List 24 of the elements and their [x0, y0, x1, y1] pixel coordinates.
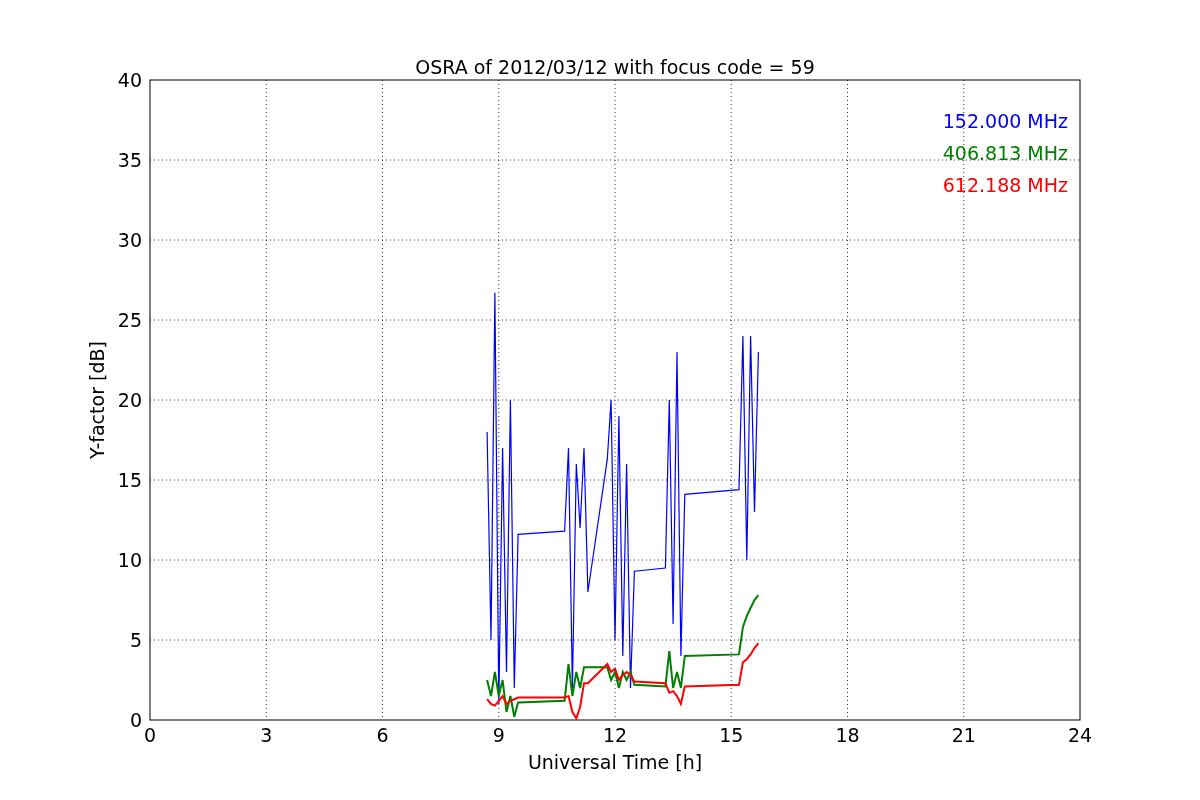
y-tick-label: 25: [117, 309, 142, 331]
y-tick-label: 30: [117, 229, 142, 251]
y-tick-label: 5: [129, 629, 142, 651]
y-tick-label: 35: [117, 149, 142, 171]
x-tick-label: 9: [492, 724, 505, 746]
legend-label: 152.000 MHz: [942, 110, 1068, 132]
y-tick-label: 15: [117, 469, 142, 491]
y-tick-label: 10: [117, 549, 142, 571]
x-tick-label: 15: [719, 724, 744, 746]
x-tick-label: 0: [143, 724, 157, 746]
chart-title: OSRA of 2012/03/12 with focus code = 59: [415, 56, 815, 78]
x-tick-label: 6: [376, 724, 389, 746]
y-tick-label: 40: [117, 69, 142, 91]
x-tick-label: 18: [835, 724, 860, 746]
x-tick-label: 3: [260, 724, 273, 746]
legend-label: 612.188 MHz: [942, 174, 1068, 196]
y-axis-label: Y-factor [dB]: [86, 341, 108, 459]
legend-label: 406.813 MHz: [942, 142, 1068, 164]
y-tick-label: 0: [129, 709, 142, 731]
x-axis-label: Universal Time [h]: [527, 751, 703, 773]
y-tick-label: 20: [117, 389, 142, 411]
x-tick-label: 12: [602, 724, 628, 746]
x-tick-label: 24: [1067, 724, 1093, 746]
x-tick-label: 21: [951, 724, 976, 746]
